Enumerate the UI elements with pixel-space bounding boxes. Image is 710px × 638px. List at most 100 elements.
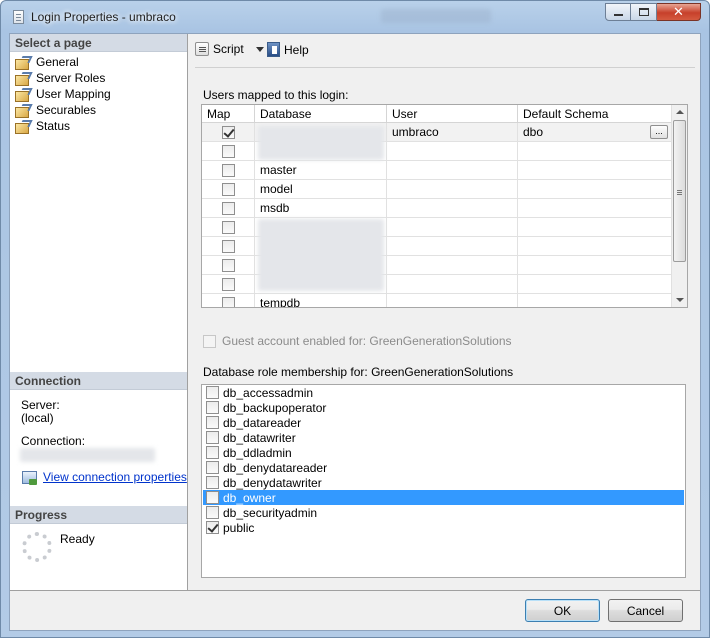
scroll-up-icon[interactable] <box>676 110 684 114</box>
page-item-server-roles[interactable]: Server Roles <box>14 70 111 86</box>
role-item-db-datawriter[interactable]: db_datawriter <box>203 430 684 445</box>
ok-button[interactable]: OK <box>525 599 600 622</box>
user-cell[interactable]: umbraco <box>387 123 518 142</box>
table-row[interactable]: msdb <box>202 199 672 218</box>
map-checkbox[interactable] <box>221 296 235 307</box>
users-mapped-label: Users mapped to this login: <box>203 88 349 102</box>
map-checkbox[interactable] <box>221 163 235 177</box>
minimize-icon <box>613 14 623 16</box>
default-schema-cell[interactable] <box>518 142 672 161</box>
role-item-db-owner[interactable]: db_owner <box>203 490 684 505</box>
map-checkbox[interactable] <box>221 125 235 139</box>
map-checkbox[interactable] <box>221 239 235 253</box>
role-item-public[interactable]: public <box>203 520 684 535</box>
maximize-button[interactable] <box>631 3 657 21</box>
database-cell[interactable]: msdb <box>255 199 387 218</box>
user-cell[interactable] <box>387 256 518 275</box>
role-item-db-datareader[interactable]: db_datareader <box>203 415 684 430</box>
map-checkbox[interactable] <box>221 277 235 291</box>
default-schema-cell[interactable] <box>518 161 672 180</box>
default-schema-cell[interactable] <box>518 199 672 218</box>
chevron-down-icon[interactable] <box>255 46 264 52</box>
guest-account-checkbox[interactable] <box>203 334 216 348</box>
view-connection-properties-link[interactable]: View connection properties <box>22 470 187 485</box>
script-button[interactable]: Script <box>195 42 264 56</box>
help-icon <box>267 42 280 57</box>
user-cell[interactable] <box>387 161 518 180</box>
map-checkbox[interactable] <box>221 144 235 158</box>
role-item-db-securityadmin[interactable]: db_securityadmin <box>203 505 684 520</box>
role-item-db-ddladmin[interactable]: db_ddladmin <box>203 445 684 460</box>
page-item-status[interactable]: Status <box>14 118 111 134</box>
page-item-label: Server Roles <box>36 71 106 85</box>
role-item-db-denydatareader[interactable]: db_denydatareader <box>203 460 684 475</box>
column-header-default-schema[interactable]: Default Schema <box>518 105 672 123</box>
default-schema-cell[interactable] <box>518 180 672 199</box>
user-cell[interactable] <box>387 275 518 294</box>
role-item-db-accessadmin[interactable]: db_accessadmin <box>203 385 684 400</box>
default-schema-cell[interactable]: dbo... <box>518 123 672 142</box>
page-item-user-mapping[interactable]: User Mapping <box>14 86 111 102</box>
user-cell[interactable] <box>387 218 518 237</box>
window-title: Login Properties - umbraco <box>31 10 176 24</box>
script-label: Script <box>213 42 244 56</box>
default-schema-cell[interactable] <box>518 256 672 275</box>
role-membership-list[interactable]: db_accessadmin db_backupoperator db_datare… <box>201 384 686 578</box>
default-schema-cell[interactable] <box>518 275 672 294</box>
column-header-map[interactable]: Map <box>202 105 255 123</box>
user-cell[interactable] <box>387 237 518 256</box>
grid-scrollbar[interactable] <box>671 105 687 307</box>
role-checkbox[interactable] <box>206 416 219 429</box>
user-cell[interactable] <box>387 142 518 161</box>
role-checkbox[interactable] <box>206 386 219 399</box>
map-checkbox[interactable] <box>221 182 235 196</box>
scroll-down-icon[interactable] <box>676 298 684 302</box>
user-cell[interactable] <box>387 199 518 218</box>
minimize-button[interactable] <box>605 3 631 21</box>
user-cell[interactable] <box>387 294 518 307</box>
help-label: Help <box>284 42 309 57</box>
map-cell <box>202 199 255 218</box>
role-checkbox[interactable] <box>206 506 219 519</box>
map-cell <box>202 123 255 142</box>
database-cell[interactable]: model <box>255 180 387 199</box>
role-checkbox[interactable] <box>206 476 219 489</box>
page-item-label: Securables <box>36 103 97 117</box>
scroll-thumb[interactable] <box>673 120 686 262</box>
role-checkbox[interactable] <box>206 401 219 414</box>
view-connection-properties-text[interactable]: View connection properties <box>43 470 187 484</box>
role-label: db_accessadmin <box>223 385 314 400</box>
users-mapping-grid[interactable]: Map Database User Default Schema umbraco… <box>201 104 688 308</box>
column-header-database[interactable]: Database <box>255 105 387 123</box>
login-properties-window: Login Properties - umbraco ✕ Select a pa… <box>0 0 710 638</box>
map-checkbox[interactable] <box>221 220 235 234</box>
cancel-button[interactable]: Cancel <box>608 599 683 622</box>
role-checkbox[interactable] <box>206 491 219 504</box>
table-row[interactable]: model <box>202 180 672 199</box>
user-cell[interactable] <box>387 180 518 199</box>
page-item-general[interactable]: General <box>14 54 111 70</box>
browse-schema-button[interactable]: ... <box>650 125 668 139</box>
role-checkbox[interactable] <box>206 431 219 444</box>
table-row[interactable]: tempdb <box>202 294 672 307</box>
default-schema-cell[interactable] <box>518 294 672 307</box>
column-header-user[interactable]: User <box>387 105 518 123</box>
table-row[interactable]: master <box>202 161 672 180</box>
role-item-db-backupoperator[interactable]: db_backupoperator <box>203 400 684 415</box>
map-checkbox[interactable] <box>221 201 235 215</box>
role-checkbox[interactable] <box>206 521 219 534</box>
role-checkbox[interactable] <box>206 446 219 459</box>
map-checkbox[interactable] <box>221 258 235 272</box>
default-schema-cell[interactable] <box>518 218 672 237</box>
database-name-redacted <box>258 126 384 160</box>
close-button[interactable]: ✕ <box>657 3 701 21</box>
role-checkbox[interactable] <box>206 461 219 474</box>
help-button[interactable]: Help <box>267 42 309 57</box>
database-cell[interactable]: master <box>255 161 387 180</box>
map-cell <box>202 161 255 180</box>
default-schema-cell[interactable] <box>518 237 672 256</box>
title-bar[interactable]: Login Properties - umbraco ✕ <box>1 1 709 33</box>
role-item-db-denydatawriter[interactable]: db_denydatawriter <box>203 475 684 490</box>
database-cell[interactable]: tempdb <box>255 294 387 307</box>
page-item-securables[interactable]: Securables <box>14 102 111 118</box>
